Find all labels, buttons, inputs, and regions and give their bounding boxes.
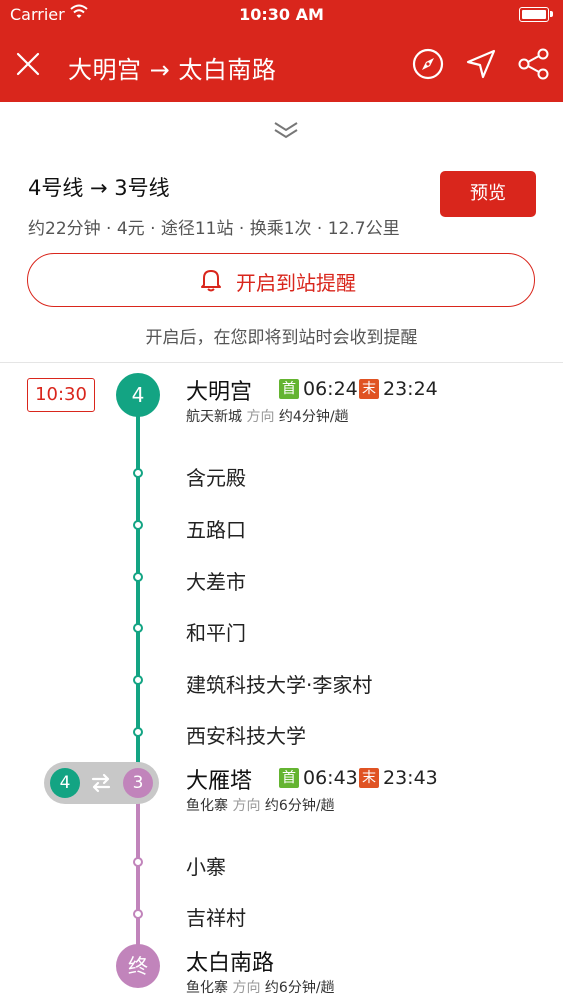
stop-node	[133, 572, 143, 582]
start-direction-info: 航天新城 方向 约4分钟/趟	[186, 409, 349, 425]
first-train-time: 06:43	[303, 767, 358, 789]
end-station-name[interactable]: 太白南路	[186, 945, 274, 977]
line-4-track	[136, 410, 140, 770]
list-item[interactable]: 和平门	[186, 617, 246, 646]
route-info: 约22分钟 · 4元 · 途径11站 · 换乘1次 · 12.7公里	[28, 219, 400, 239]
stop-node	[133, 675, 143, 685]
status-bar: Carrier 10:30 AM	[0, 0, 563, 30]
reminder-hint: 开启后，在您即将到站时会收到提醒	[145, 328, 418, 348]
departure-time-badge: 10:30	[27, 378, 95, 412]
last-train-tag: 末	[359, 768, 379, 788]
divider	[0, 362, 563, 363]
list-item[interactable]: 西安科技大学	[186, 720, 306, 749]
list-item[interactable]: 小寨	[186, 851, 226, 880]
transfer-arrows-icon	[91, 773, 111, 793]
share-icon[interactable]	[516, 46, 552, 82]
arrival-reminder-button[interactable]: 开启到站提醒	[27, 253, 535, 307]
stop-node	[133, 909, 143, 919]
last-train-time: 23:24	[383, 378, 438, 400]
preview-button[interactable]: 预览	[440, 171, 536, 217]
line-3-track	[136, 796, 140, 960]
end-station-badge: 终	[116, 944, 160, 988]
transfer-from-line: 4	[50, 768, 80, 798]
end-direction-info: 鱼化寨 方向 约6分钟/趟	[186, 980, 335, 996]
list-item[interactable]: 五路口	[186, 514, 246, 543]
top-bar: Carrier 10:30 AM 大明宫 → 太白南路	[0, 0, 563, 102]
start-station-name[interactable]: 大明宫	[186, 374, 252, 406]
stop-node	[133, 520, 143, 530]
status-time: 10:30 AM	[239, 5, 324, 24]
first-train-tag: 首	[279, 768, 299, 788]
nav-bar: 大明宫 → 太白南路	[0, 30, 563, 102]
stop-node	[133, 623, 143, 633]
list-item[interactable]: 吉祥村	[186, 902, 246, 931]
stop-node	[133, 857, 143, 867]
arrival-reminder-label: 开启到站提醒	[236, 271, 356, 295]
list-item[interactable]: 含元殿	[186, 462, 246, 491]
collapse-chevron-icon[interactable]	[272, 118, 300, 142]
start-line-badge: 4	[116, 373, 160, 417]
bell-icon	[201, 270, 221, 292]
location-arrow-icon[interactable]	[463, 46, 499, 82]
first-train-tag: 首	[279, 379, 299, 399]
compass-icon[interactable]	[410, 46, 446, 82]
list-item[interactable]: 大差市	[186, 566, 246, 595]
battery-icon	[519, 7, 553, 22]
stop-node	[133, 727, 143, 737]
last-train-time: 23:43	[383, 767, 438, 789]
stop-node	[133, 468, 143, 478]
route-lines: 4号线 → 3号线	[28, 176, 170, 200]
list-item[interactable]: 建筑科技大学·李家村	[186, 669, 372, 698]
transfer-direction-info: 鱼化寨 方向 约6分钟/趟	[186, 798, 335, 814]
transfer-to-line: 3	[123, 768, 153, 798]
last-train-tag: 末	[359, 379, 379, 399]
page-title: 大明宫 → 太白南路	[68, 56, 277, 84]
transfer-station-name[interactable]: 大雁塔	[186, 763, 252, 795]
transfer-badge: 4 3	[44, 762, 159, 804]
close-icon[interactable]	[14, 50, 42, 78]
first-train-time: 06:24	[303, 378, 358, 400]
